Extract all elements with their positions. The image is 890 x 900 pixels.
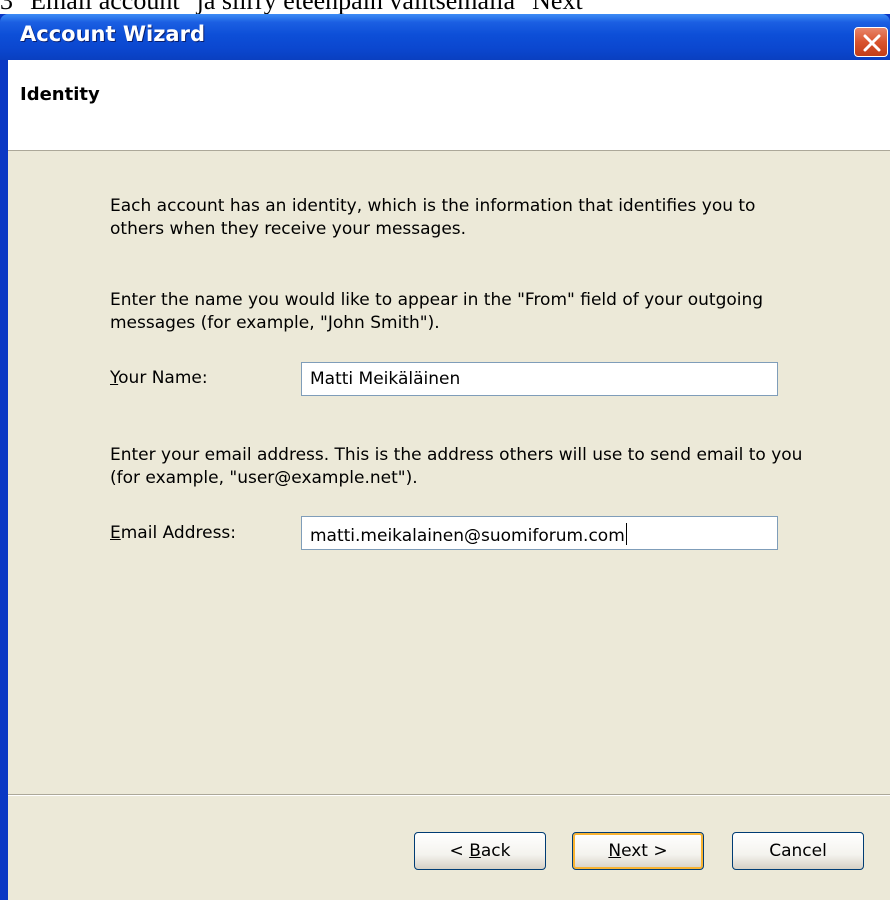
wizard-client-area: Identity Each account has an identity, w…: [8, 60, 890, 900]
title-bar[interactable]: Account Wizard: [0, 14, 890, 60]
cancel-button-label: Cancel: [769, 841, 827, 861]
name-label-access-key: Y: [110, 368, 119, 388]
back-button[interactable]: < Back: [414, 832, 546, 870]
cancel-button[interactable]: Cancel: [732, 832, 864, 870]
page-title: Identity: [20, 84, 100, 105]
footer-separator: [8, 794, 890, 796]
name-field-value: Matti Meikäläinen: [310, 369, 461, 389]
account-wizard-window: Account Wizard Identity Each account has…: [0, 14, 890, 900]
name-label: Your Name:: [110, 368, 208, 388]
email-field[interactable]: matti.meikalainen@suomiforum.com: [301, 516, 778, 550]
page-caption: 3 "Email account" ja siirry eteenpäin va…: [0, 0, 890, 14]
name-label-text: our Name:: [118, 368, 208, 388]
email-label-text: mail Address:: [120, 523, 237, 543]
window-title: Account Wizard: [20, 22, 205, 46]
back-button-prefix: <: [449, 841, 470, 861]
next-button-access-key: N: [608, 841, 622, 861]
close-icon: [863, 34, 881, 52]
email-field-value: matti.meikalainen@suomiforum.com: [310, 523, 627, 546]
name-field[interactable]: Matti Meikäläinen: [301, 362, 778, 396]
close-button[interactable]: [854, 27, 888, 57]
name-instructions: Enter the name you would like to appear …: [110, 290, 764, 333]
back-button-access-key: B: [469, 841, 481, 861]
wizard-header: Identity: [8, 60, 890, 151]
email-instructions: Enter your email address. This is the ad…: [110, 445, 803, 488]
back-button-label: ack: [480, 841, 511, 861]
email-label: Email Address:: [110, 523, 236, 543]
next-button[interactable]: Next >: [572, 832, 704, 870]
intro-text: Each account has an identity, which is t…: [110, 196, 756, 239]
next-button-label: ext >: [621, 841, 668, 861]
caption-text: 3 "Email account" ja siirry eteenpäin va…: [0, 0, 593, 14]
email-field-text: matti.meikalainen@suomiforum.com: [310, 526, 625, 546]
text-caret: [625, 523, 627, 545]
email-label-access-key: E: [110, 523, 121, 543]
